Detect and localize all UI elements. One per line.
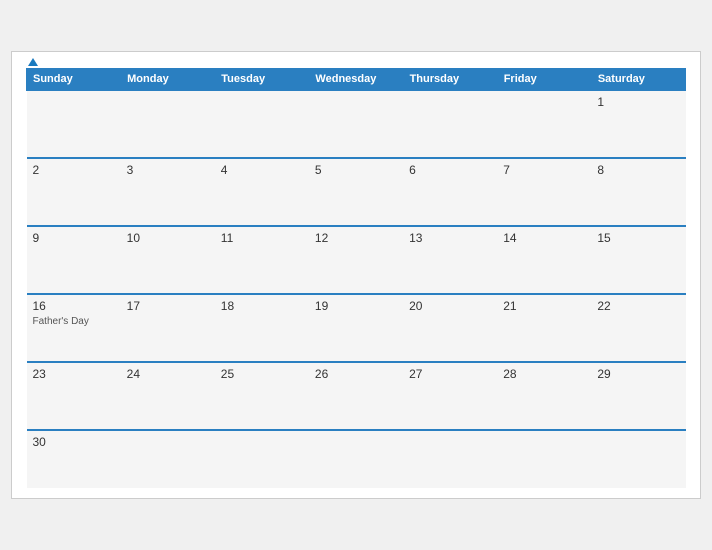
- day-number: 13: [409, 231, 422, 245]
- day-number: 12: [315, 231, 328, 245]
- day-number: 29: [597, 367, 610, 381]
- calendar-cell: 10: [121, 226, 215, 294]
- weekday-header-thursday: Thursday: [403, 69, 497, 91]
- weekday-header-friday: Friday: [497, 69, 591, 91]
- calendar-cell: 12: [309, 226, 403, 294]
- calendar-cell: 5: [309, 158, 403, 226]
- day-number: 6: [409, 163, 416, 177]
- day-number: 7: [503, 163, 510, 177]
- day-number: 2: [33, 163, 40, 177]
- calendar-cell: 11: [215, 226, 309, 294]
- logo: [26, 58, 38, 66]
- calendar-cell: [497, 430, 591, 488]
- day-number: 25: [221, 367, 234, 381]
- calendar-container: SundayMondayTuesdayWednesdayThursdayFrid…: [11, 51, 701, 499]
- calendar-cell: 14: [497, 226, 591, 294]
- calendar-cell: 15: [591, 226, 685, 294]
- calendar-cell: 4: [215, 158, 309, 226]
- calendar-cell: 7: [497, 158, 591, 226]
- calendar-week-row: 9 10 11 12 13 14 15: [27, 226, 686, 294]
- calendar-cell: 17: [121, 294, 215, 362]
- calendar-cell: [403, 90, 497, 158]
- calendar-cell: 21: [497, 294, 591, 362]
- day-number: 16: [33, 299, 46, 313]
- day-number: 28: [503, 367, 516, 381]
- calendar-cell: 30: [27, 430, 121, 488]
- weekday-header-row: SundayMondayTuesdayWednesdayThursdayFrid…: [27, 69, 686, 91]
- day-number: 11: [221, 231, 233, 245]
- calendar-cell: [403, 430, 497, 488]
- calendar-cell: 16 Father's Day: [27, 294, 121, 362]
- calendar-cell: 27: [403, 362, 497, 430]
- day-number: 1: [597, 95, 604, 109]
- day-number: 9: [33, 231, 40, 245]
- calendar-week-row: 1: [27, 90, 686, 158]
- day-number: 3: [127, 163, 134, 177]
- calendar-cell: 28: [497, 362, 591, 430]
- calendar-cell: 6: [403, 158, 497, 226]
- day-number: 27: [409, 367, 422, 381]
- day-number: 19: [315, 299, 328, 313]
- day-number: 5: [315, 163, 322, 177]
- calendar-cell: [591, 430, 685, 488]
- calendar-week-row: 16 Father's Day 17 18 19 20 21 22: [27, 294, 686, 362]
- calendar-cell: [309, 430, 403, 488]
- calendar-cell: 8: [591, 158, 685, 226]
- day-number: 8: [597, 163, 604, 177]
- day-number: 4: [221, 163, 228, 177]
- weekday-header-monday: Monday: [121, 69, 215, 91]
- calendar-cell: 2: [27, 158, 121, 226]
- calendar-cell: 3: [121, 158, 215, 226]
- calendar-cell: [121, 90, 215, 158]
- day-number: 17: [127, 299, 140, 313]
- calendar-cell: [27, 90, 121, 158]
- day-number: 15: [597, 231, 610, 245]
- calendar-cell: 18: [215, 294, 309, 362]
- day-number: 21: [503, 299, 516, 313]
- calendar-cell: 23: [27, 362, 121, 430]
- calendar-cell: 26: [309, 362, 403, 430]
- day-event: Father's Day: [33, 316, 89, 327]
- calendar-cell: 25: [215, 362, 309, 430]
- day-number: 22: [597, 299, 610, 313]
- day-number: 24: [127, 367, 140, 381]
- weekday-header-tuesday: Tuesday: [215, 69, 309, 91]
- calendar-cell: 19: [309, 294, 403, 362]
- calendar-cell: 13: [403, 226, 497, 294]
- calendar-table: SundayMondayTuesdayWednesdayThursdayFrid…: [26, 68, 686, 488]
- calendar-week-row: 23 24 25 26 27 28 29: [27, 362, 686, 430]
- calendar-week-row: 2 3 4 5 6 7 8: [27, 158, 686, 226]
- day-number: 26: [315, 367, 328, 381]
- day-number: 18: [221, 299, 234, 313]
- logo-triangle-icon: [28, 58, 38, 66]
- weekday-header-saturday: Saturday: [591, 69, 685, 91]
- day-number: 20: [409, 299, 422, 313]
- calendar-cell: 24: [121, 362, 215, 430]
- day-number: 14: [503, 231, 516, 245]
- weekday-header-wednesday: Wednesday: [309, 69, 403, 91]
- calendar-cell: [215, 430, 309, 488]
- weekday-header-sunday: Sunday: [27, 69, 121, 91]
- calendar-cell: 20: [403, 294, 497, 362]
- calendar-cell: [215, 90, 309, 158]
- calendar-cell: 22: [591, 294, 685, 362]
- calendar-cell: [121, 430, 215, 488]
- calendar-cell: [309, 90, 403, 158]
- calendar-cell: 29: [591, 362, 685, 430]
- calendar-cell: 1: [591, 90, 685, 158]
- day-number: 10: [127, 231, 140, 245]
- calendar-cell: [497, 90, 591, 158]
- calendar-cell: 9: [27, 226, 121, 294]
- day-number: 23: [33, 367, 46, 381]
- day-number: 30: [33, 435, 46, 449]
- calendar-week-row: 30: [27, 430, 686, 488]
